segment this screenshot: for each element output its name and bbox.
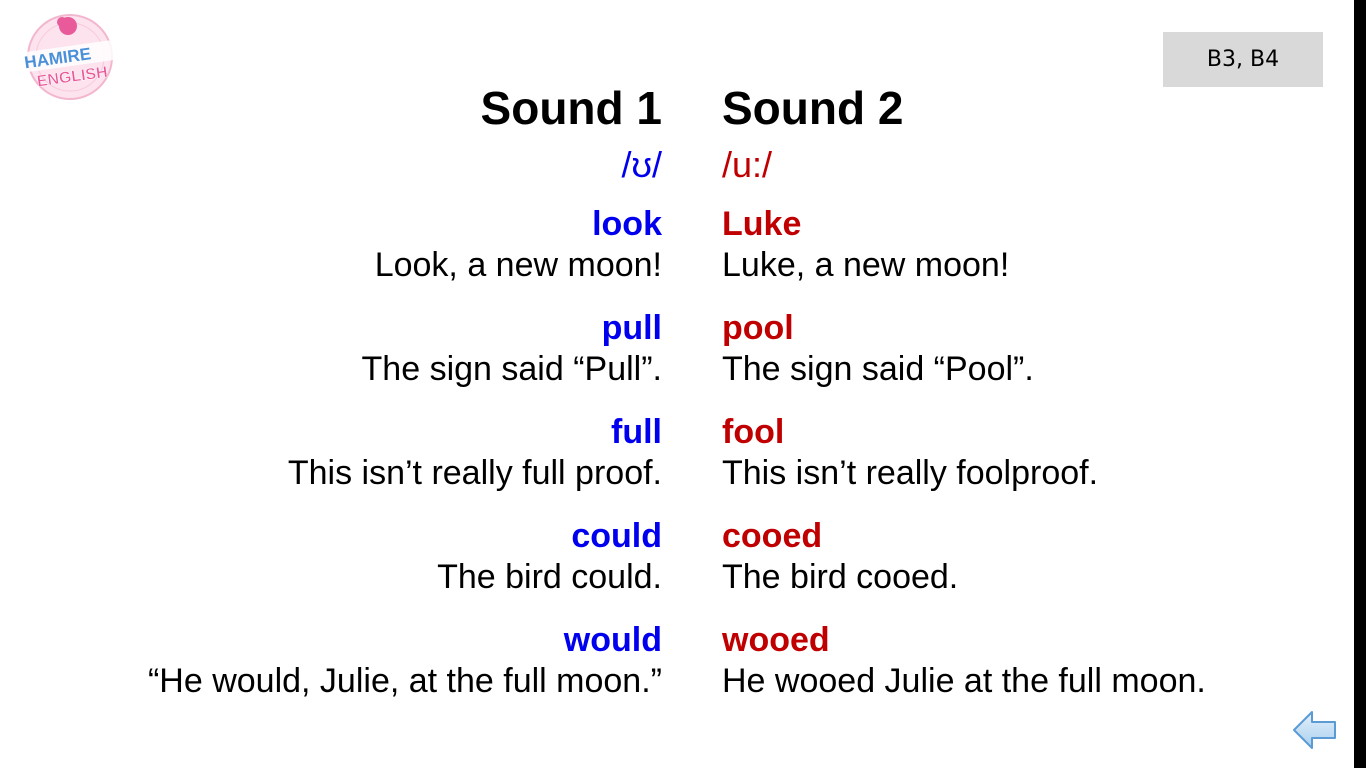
list-item: pool The sign said “Pool”. <box>722 308 1206 412</box>
sound-1-word: look <box>592 205 662 243</box>
sound-1-word: could <box>571 517 662 555</box>
sound-2-heading: Sound 2 <box>722 82 904 134</box>
sound-2-word: pool <box>722 309 794 347</box>
logo-graphic: HAMIRE ENGLISH <box>19 14 121 100</box>
list-item: full This isn’t really full proof. <box>148 412 662 516</box>
sound-2-word: Luke <box>722 205 802 243</box>
sound-1-sentence: This isn’t really full proof. <box>287 454 662 492</box>
sound-2-column: Sound 2 /u:/ Luke Luke, a new moon! pool… <box>722 78 1206 724</box>
sound-1-word: would <box>563 621 662 659</box>
sound-2-sentence: He wooed Julie at the full moon. <box>722 662 1206 700</box>
sound-2-ipa: /u:/ <box>722 144 773 185</box>
list-item: could The bird could. <box>148 516 662 620</box>
sound-2-sentence: This isn’t really foolproof. <box>722 454 1099 492</box>
back-arrow-icon <box>1293 711 1336 749</box>
list-item: fool This isn’t really foolproof. <box>722 412 1206 516</box>
back-button[interactable] <box>1292 708 1338 752</box>
list-item: wooed He wooed Julie at the full moon. <box>722 620 1206 724</box>
sound-1-sentence: The bird could. <box>437 558 662 596</box>
sound-1-sentence: The sign said “Pull”. <box>361 350 662 388</box>
sound-2-sentence: The sign said “Pool”. <box>722 350 1034 388</box>
sound-1-sentence: Look, a new moon! <box>374 246 662 284</box>
list-item: look Look, a new moon! <box>148 204 662 308</box>
list-item: pull The sign said “Pull”. <box>148 308 662 412</box>
slide: HAMIRE ENGLISH B3, B4 Sound 1 /ʊ/ look L… <box>0 0 1354 768</box>
list-item: Luke Luke, a new moon! <box>722 204 1206 308</box>
sound-2-sentence: The bird cooed. <box>722 558 959 596</box>
sound-1-word: pull <box>601 309 662 347</box>
sound-2-word: cooed <box>722 517 823 555</box>
sound-1-heading: Sound 1 <box>480 82 662 134</box>
sound-2-pair-list: Luke Luke, a new moon! pool The sign sai… <box>722 204 1206 724</box>
sound-2-word: wooed <box>722 621 830 659</box>
sound-1-ipa: /ʊ/ <box>621 144 662 185</box>
sound-2-word: fool <box>722 413 785 451</box>
list-item: would “He would, Julie, at the full moon… <box>148 620 662 724</box>
brand-logo: HAMIRE ENGLISH <box>18 12 122 102</box>
sound-2-sentence: Luke, a new moon! <box>722 246 1010 284</box>
window-edge <box>1354 0 1366 768</box>
sound-1-pair-list: look Look, a new moon! pull The sign sai… <box>148 204 662 724</box>
sound-1-column: Sound 1 /ʊ/ look Look, a new moon! pull … <box>148 78 662 724</box>
list-item: cooed The bird cooed. <box>722 516 1206 620</box>
level-badge-label: B3, B4 <box>1206 47 1280 72</box>
sound-1-sentence: “He would, Julie, at the full moon.” <box>147 662 662 700</box>
sound-1-word: full <box>611 413 662 451</box>
